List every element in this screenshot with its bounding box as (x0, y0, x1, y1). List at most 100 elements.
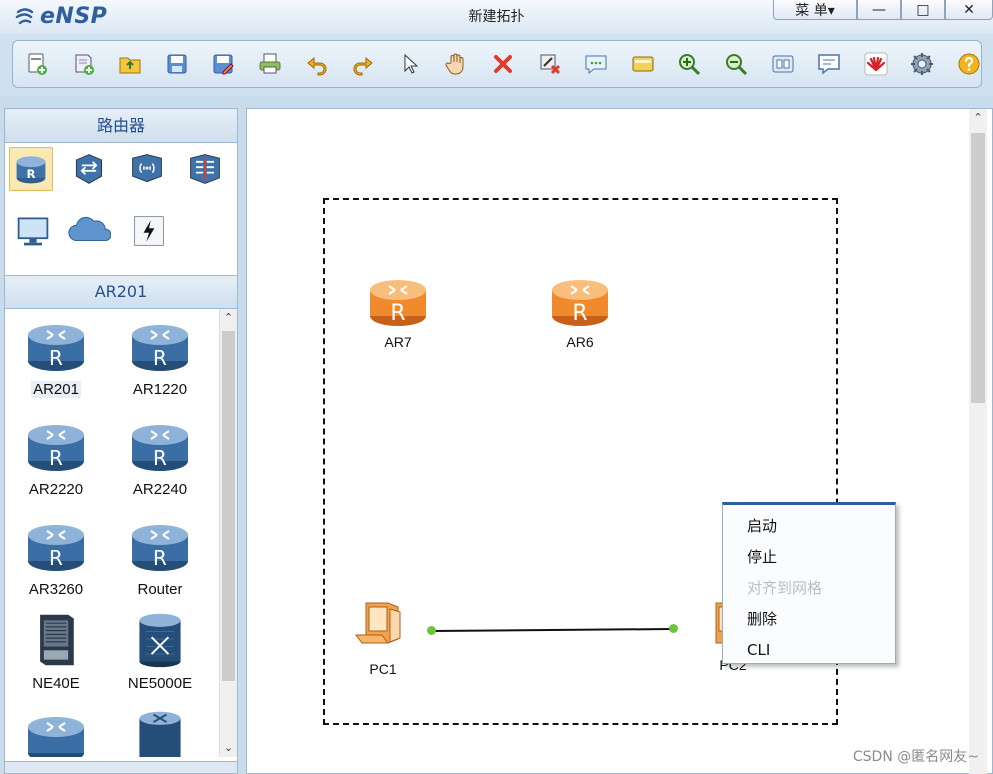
cloud-category-button[interactable] (67, 209, 111, 253)
context-menu: 启动 停止 对齐到网格 删除 CLI (722, 502, 896, 664)
router-icon: R (132, 325, 188, 371)
device-item[interactable]: R AR2240 (115, 417, 205, 498)
pc-category-icon (17, 217, 49, 246)
device-list-scrollbar[interactable]: ⌃ ⌄ (219, 309, 237, 757)
save-button[interactable] (165, 52, 189, 76)
minimize-icon: — (872, 1, 886, 18)
cloud-category-icon (68, 216, 111, 242)
pc-category-button[interactable] (11, 209, 55, 253)
menu-item-stop[interactable]: 停止 (723, 542, 895, 573)
huawei-icon (864, 52, 888, 76)
link-pc1-pc2[interactable] (427, 621, 679, 637)
router-icon: R (28, 425, 84, 471)
svg-text:R: R (153, 346, 167, 370)
device-panel: 路由器 R AR201 R AR201 R AR1220 R AR2220 R … (4, 108, 238, 774)
zoom-out-button[interactable] (724, 52, 748, 76)
chat-button[interactable] (817, 52, 841, 76)
router-icon: R (132, 525, 188, 571)
firewall-category-icon (190, 154, 220, 184)
other-category-button[interactable] (127, 209, 171, 253)
device-item[interactable]: NE40E (11, 611, 101, 692)
select-icon (404, 53, 419, 74)
device-item[interactable]: R AR201 (11, 317, 101, 398)
open-button[interactable] (118, 52, 142, 76)
redo-icon (353, 56, 373, 76)
switch-category-icon (75, 154, 103, 184)
router-icon: R (28, 525, 84, 571)
router-node-ar6[interactable]: R AR6 (545, 272, 615, 350)
device-label: AR2240 (132, 481, 188, 498)
scroll-down-icon[interactable]: ⌄ (220, 739, 237, 757)
pc-node-pc1[interactable]: PC1 (347, 597, 419, 677)
topology-canvas[interactable]: R AR7 R AR6 PC1 PC2 ⌃ (246, 108, 993, 774)
menu-item-delete[interactable]: 删除 (723, 604, 895, 635)
maximize-button[interactable]: □ (901, 0, 945, 20)
router-icon: R (552, 280, 608, 326)
fit-button[interactable] (771, 52, 795, 76)
canvas-scrollbar[interactable]: ⌃ (969, 109, 987, 774)
device-item-partial[interactable] (115, 709, 205, 757)
menu-item-start[interactable]: 启动 (723, 511, 895, 542)
scroll-thumb[interactable] (971, 133, 985, 403)
node-label: PC1 (369, 661, 397, 677)
zoom-in-icon (679, 54, 701, 76)
pan-button[interactable] (444, 52, 468, 76)
node-label: AR6 (566, 334, 594, 350)
svg-text:R: R (153, 446, 167, 470)
core-router-icon (139, 711, 181, 757)
device-item[interactable]: R AR1220 (115, 317, 205, 398)
watermark: CSDN @匿名网友~ (852, 749, 979, 765)
minimize-button[interactable]: — (857, 0, 901, 20)
firewall-category-button[interactable] (183, 147, 227, 191)
new-lab-button[interactable] (72, 52, 96, 76)
svg-text:R: R (49, 446, 63, 470)
scroll-thumb[interactable] (222, 331, 235, 681)
router-icon (28, 717, 84, 757)
menu-item-cli[interactable]: CLI (723, 635, 895, 666)
huawei-button[interactable] (864, 52, 888, 76)
svg-text:R: R (153, 546, 167, 570)
delete-button[interactable] (491, 52, 515, 76)
save-as-button[interactable] (211, 52, 235, 76)
fit-icon (772, 55, 793, 73)
delete-link-button[interactable] (538, 52, 562, 76)
help-icon (958, 53, 980, 75)
maximize-icon: □ (916, 1, 930, 18)
text-button[interactable] (584, 52, 608, 76)
print-button[interactable] (258, 52, 282, 76)
rectangle-button[interactable] (631, 52, 655, 76)
chassis-router-icon (40, 614, 74, 666)
switch-category-button[interactable] (67, 147, 111, 191)
router-node-ar7[interactable]: R AR7 (363, 272, 433, 350)
device-item[interactable]: NE5000E (115, 611, 205, 692)
core-router-icon (139, 613, 181, 668)
router-category-button[interactable]: R (9, 147, 53, 191)
help-button[interactable] (957, 52, 981, 76)
pan-hand-icon (445, 53, 464, 75)
close-button[interactable]: ✕ (945, 0, 993, 20)
title-bar: eNSP 新建拓扑 菜 单▾ — □ ✕ (0, 0, 993, 34)
main-menu-button[interactable]: 菜 单▾ (773, 0, 857, 20)
device-item-partial[interactable] (11, 709, 101, 757)
undo-button[interactable] (305, 52, 329, 76)
new-topology-button[interactable] (25, 52, 49, 76)
wireless-category-button[interactable] (125, 147, 169, 191)
save-icon (167, 54, 187, 74)
pc-icon (355, 602, 401, 644)
open-icon (119, 57, 141, 74)
scroll-up-icon[interactable]: ⌃ (220, 309, 237, 327)
select-button[interactable] (398, 52, 422, 76)
device-item[interactable]: R Router (115, 517, 205, 598)
device-label: AR2220 (28, 481, 84, 498)
close-icon: ✕ (963, 1, 975, 18)
scroll-up-icon[interactable]: ⌃ (969, 109, 987, 127)
panel-bottom-tab (5, 761, 237, 773)
delete-link-icon (540, 54, 560, 75)
zoom-in-button[interactable] (677, 52, 701, 76)
toolbar-area (0, 34, 993, 96)
settings-button[interactable] (910, 52, 934, 76)
redo-button[interactable] (351, 52, 375, 76)
svg-text:R: R (390, 301, 405, 326)
device-item[interactable]: R AR2220 (11, 417, 101, 498)
device-item[interactable]: R AR3260 (11, 517, 101, 598)
